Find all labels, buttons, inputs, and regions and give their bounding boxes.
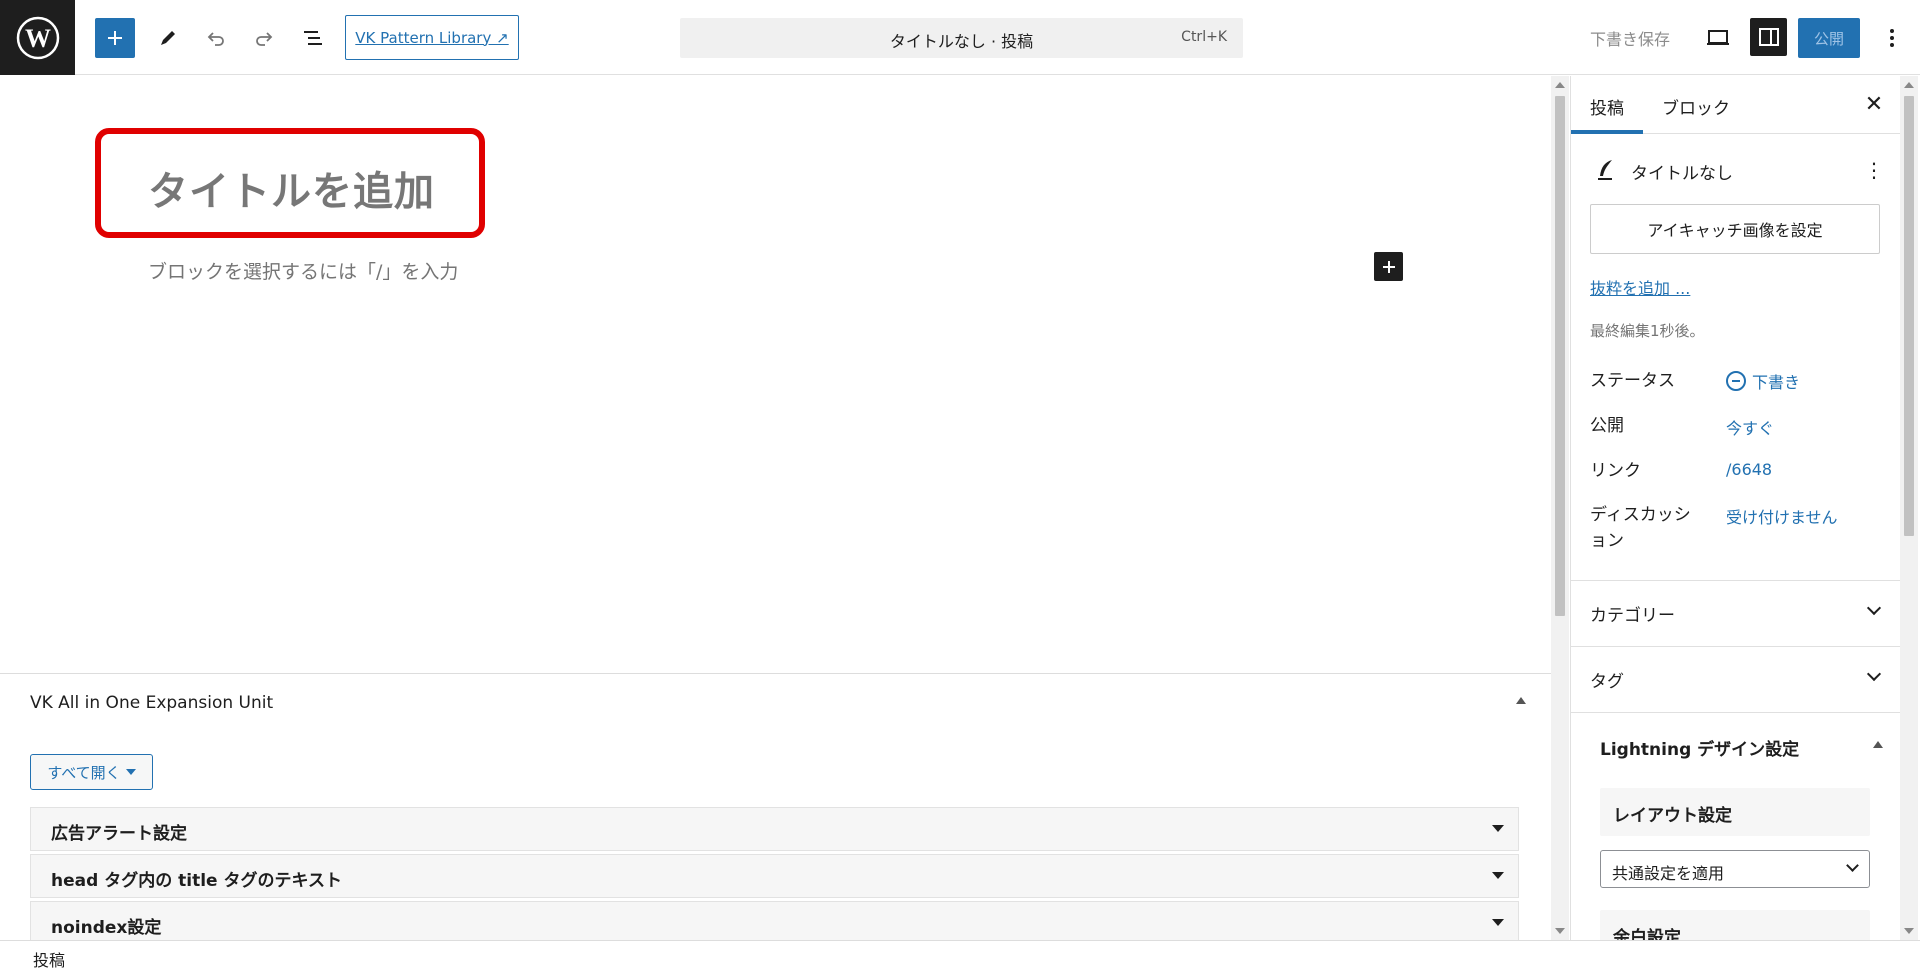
layout-select-value: 共通設定を適用 [1612, 864, 1725, 883]
status-label: ステータス [1590, 371, 1675, 391]
discussion-button[interactable]: 受け付けません [1726, 504, 1838, 528]
post-title-input[interactable]: タイトルを追加 [148, 159, 435, 217]
redo-icon [256, 32, 273, 46]
plus-icon [1382, 260, 1395, 273]
settings-toggle-button[interactable] [1750, 18, 1787, 56]
publish-date-button[interactable]: 今すぐ [1726, 415, 1774, 439]
laptop-icon [1707, 30, 1729, 45]
canvas-scrollbar[interactable] [1551, 76, 1569, 940]
tag-panel-title: タグ [1590, 672, 1624, 692]
settings-sidebar: 投稿 ブロック ✕ タイトルなし ⋮ アイキャッチ画像を設定 抜粋を追加 ...… [1570, 76, 1900, 940]
inline-block-inserter-button[interactable] [1374, 252, 1403, 281]
block-inserter-button[interactable] [95, 18, 135, 58]
status-value: 下書き [1752, 373, 1801, 392]
vk-pattern-library-link[interactable]: VK Pattern Library ↗ [345, 15, 519, 60]
chevron-down-icon [1846, 859, 1859, 872]
close-icon[interactable]: ✕ [1861, 92, 1887, 118]
collapse-up-icon[interactable] [1873, 741, 1883, 748]
scroll-down-arrow-icon[interactable] [1555, 928, 1565, 934]
draft-status-icon [1726, 371, 1746, 391]
tools-button[interactable] [150, 20, 186, 56]
feather-icon [1598, 160, 1612, 180]
scroll-down-arrow-icon[interactable] [1904, 928, 1914, 934]
breadcrumb[interactable]: 投稿 [33, 947, 65, 971]
pencil-icon [161, 31, 175, 45]
accordion-row[interactable]: 広告アラート設定 [30, 807, 1519, 851]
category-panel[interactable]: カテゴリー [1571, 580, 1900, 646]
layout-settings-card: レイアウト設定 [1600, 788, 1870, 836]
document-title: タイトルなし · 投稿 [889, 32, 1034, 51]
scroll-up-arrow-icon[interactable] [1555, 82, 1565, 88]
layout-select[interactable]: 共通設定を適用 [1600, 850, 1870, 888]
accordion-row-label: noindex設定 [51, 918, 162, 938]
options-menu-button[interactable] [1874, 20, 1910, 56]
spacing-settings-title: 余白設定 [1613, 928, 1681, 940]
command-shortcut: Ctrl+K [1181, 29, 1227, 45]
accordion-row-label: 広告アラート設定 [51, 824, 187, 844]
scrollbar-thumb[interactable] [1555, 96, 1565, 616]
open-all-label: すべて開く [47, 764, 121, 782]
vk-expansion-metabox: VK All in One Expansion Unit すべて開く 広告アラー… [0, 673, 1551, 940]
publish-button[interactable]: 公開 [1798, 18, 1860, 58]
tag-panel[interactable]: タグ [1571, 646, 1900, 712]
add-excerpt-link[interactable]: 抜粋を追加 ... [1590, 275, 1690, 299]
save-draft-button[interactable]: 下書き保存 [1590, 26, 1670, 50]
discussion-label: ディスカッション [1590, 505, 1691, 551]
open-all-button[interactable]: すべて開く [30, 754, 153, 790]
lightning-design-panel: Lightning デザイン設定 レイアウト設定 共通設定を適用 余白設定 [1571, 712, 1900, 940]
tab-block[interactable]: ブロック [1662, 94, 1730, 119]
permalink-button[interactable]: /6648 [1726, 460, 1772, 479]
editor-toolbar: W VK Pattern Library ↗ タイトルなし · 投稿 Ctrl+… [0, 0, 1920, 75]
sidebar-scrollbar[interactable] [1900, 76, 1918, 940]
accordion-row-label: head タグ内の title タグのテキスト [51, 871, 342, 891]
status-value-button[interactable]: 下書き [1726, 369, 1800, 393]
layout-settings-title: レイアウト設定 [1613, 806, 1732, 826]
paragraph-block-placeholder[interactable]: ブロックを選択するには「/」を入力 [148, 257, 458, 284]
accordion-row[interactable]: head タグ内の title タグのテキスト [30, 854, 1519, 898]
editor-canvas: タイトルを追加 ブロックを選択するには「/」を入力 [0, 76, 1551, 672]
lightning-panel-title[interactable]: Lightning デザイン設定 [1600, 735, 1799, 760]
undo-icon [207, 32, 224, 46]
more-vertical-icon [1890, 29, 1894, 47]
metabox-title: VK All in One Expansion Unit [30, 693, 274, 713]
document-overview-button[interactable] [296, 20, 332, 56]
svg-text:W: W [25, 24, 51, 53]
sidebar-tabs: 投稿 ブロック ✕ [1571, 76, 1900, 134]
scrollbar-thumb[interactable] [1904, 96, 1914, 536]
command-palette-bar[interactable]: タイトルなし · 投稿 Ctrl+K [680, 18, 1243, 58]
list-view-icon [304, 31, 322, 45]
undo-button[interactable] [198, 20, 234, 56]
block-editor: W VK Pattern Library ↗ タイトルなし · 投稿 Ctrl+… [0, 0, 1920, 971]
caret-down-icon [1492, 919, 1504, 926]
link-label: リンク [1590, 461, 1641, 481]
metabox-collapse-icon[interactable] [1516, 697, 1526, 704]
caret-down-icon [1492, 825, 1504, 832]
post-summary-title: タイトルなし [1631, 164, 1733, 184]
sidebar-icon [1758, 28, 1779, 46]
scroll-up-arrow-icon[interactable] [1904, 82, 1914, 88]
caret-down-icon [125, 769, 136, 775]
category-panel-title: カテゴリー [1590, 606, 1675, 626]
post-actions-menu-icon[interactable]: ⋮ [1861, 156, 1887, 184]
tab-post[interactable]: 投稿 [1590, 94, 1624, 119]
preview-button[interactable] [1700, 20, 1736, 56]
publish-label: 公開 [1590, 416, 1624, 436]
chevron-down-icon [1866, 600, 1882, 616]
spacing-settings-card: 余白設定 [1600, 910, 1870, 940]
active-tab-indicator [1571, 130, 1643, 134]
caret-down-icon [1492, 872, 1504, 879]
set-featured-image-button[interactable]: アイキャッチ画像を設定 [1590, 204, 1880, 254]
accordion-row[interactable]: noindex設定 [30, 901, 1519, 940]
wordpress-logo-icon[interactable]: W [0, 0, 75, 75]
chevron-down-icon [1866, 666, 1882, 682]
last-edited-text: 最終編集1秒後。 [1590, 322, 1705, 340]
plus-icon [108, 31, 122, 45]
redo-button[interactable] [246, 20, 282, 56]
editor-footer: 投稿 [0, 940, 1920, 971]
